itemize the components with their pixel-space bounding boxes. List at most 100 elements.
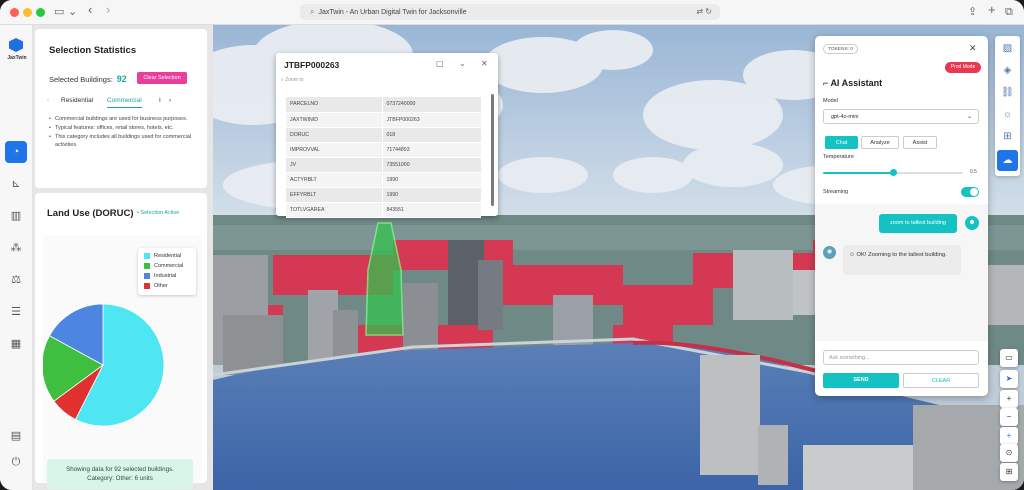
table-row: TOTLVGAREA 843551 [286,202,481,218]
attributes-table: PARCELNO 0737240000 JAXTWINID JTBFP000263 DO… [286,97,481,218]
mode-assist[interactable]: Assist [903,136,937,149]
jaxtwin-logo-icon [9,38,23,52]
temperature-slider-handle[interactable] [889,169,897,176]
tab-residential[interactable]: Residential [61,97,93,104]
description-item: This category includes all buildings use… [49,134,199,148]
table-row: JAXTWINID JTBFP000263 [286,112,481,128]
chart-legend: Residential Commercial Industrial Other [138,248,196,295]
buildings-icon[interactable]: ▥ [5,205,27,227]
table-row: IMPROVVAL 71744893 [286,142,481,158]
translate-icon[interactable]: ⇄ ↻ [696,4,712,20]
bot-message-text: OK! Zooming to the tallest building. [856,252,947,258]
clear-selection-button[interactable]: Clear Selection [137,72,187,84]
zoom-to-search[interactable]: ⌕ Zoom to [281,77,491,87]
attribute-name: TOTLVGAREA [286,202,383,218]
mode-chat[interactable]: Chat [825,136,858,149]
legend-label: Residential [154,253,182,259]
temperature-slider[interactable] [823,169,963,176]
tab-industrial[interactable]: I [159,97,161,104]
legend-item-other[interactable]: Other [144,282,168,290]
attribute-name: JAXTWINID [286,112,383,128]
tokens-badge: TOKENS: 0 [823,44,858,54]
legend-item-industrial[interactable]: Industrial [144,272,176,280]
sun-icon[interactable]: ☼ [997,104,1018,125]
pie-slices [43,303,165,427]
layers-icon[interactable]: ◈ [997,60,1018,81]
legend-label: Industrial [154,273,177,279]
model-value: gpt-4o-mini [831,114,859,120]
share-icon[interactable]: ⇪ [968,5,977,19]
table-row: PARCELNO 0737240000 [286,97,481,113]
qr-icon[interactable]: ▦ [5,333,27,355]
location-icon[interactable]: ⊙ [1000,444,1018,462]
document-icon[interactable]: ▤ [5,425,27,447]
chevron-down-icon: ⌄ [966,114,972,120]
description-item: Typical features: offices, retail stores… [49,125,199,132]
attribute-name: PARCELNO [286,97,383,113]
back-icon[interactable]: ‹ [88,3,92,17]
legend-item-commercial[interactable]: Commercial [144,262,183,270]
maximize-window-button[interactable] [36,8,45,17]
tabs-overview-icon[interactable]: ⧉ [1005,5,1013,19]
dashboard-icon[interactable]: ◔ [5,141,27,163]
prod-mode-badge[interactable]: Prod Mode [945,62,981,73]
screen-icon[interactable]: ▭ [1000,349,1018,367]
table-row: ACTYRBLT 1990 [286,172,481,188]
info-line-2: Category: Other: 6 units [87,475,153,482]
filter-icon[interactable]: ⚖ [5,269,27,291]
attribute-value: 0737240000 [382,97,481,113]
zoom-in-button[interactable]: + [1000,390,1018,408]
grid-view-icon[interactable]: ⊞ [1000,463,1018,481]
table-row: EFFYRBLT 1990 [286,187,481,203]
model-label: Model [823,98,838,104]
image-icon[interactable]: ▨ [997,38,1018,59]
close-icon[interactable]: ✕ [969,43,977,54]
ask-input[interactable]: Ask something... [823,350,979,365]
forward-icon[interactable]: › [106,3,110,17]
attribute-value: 843551 [382,202,481,218]
user-message: zoom to tallest building [879,214,957,233]
network-icon[interactable]: ⁂ [5,237,27,259]
app-window: ▭ ⌄ ‹ › ⌕ JaxTwin - An Urban Digital Twin… [0,0,1024,490]
mode-analyze[interactable]: Analyze [861,136,899,149]
tab-commercial[interactable]: Commercial [107,97,142,108]
logout-icon[interactable]: ⏻ [5,451,27,473]
ai-assistant-panel: TOKENS: 0 ✕ Prod Mode ⌐ AI Assistant Mod… [815,36,988,396]
popout-icon[interactable]: ▢ [436,59,444,68]
close-window-button[interactable] [10,8,19,17]
add-marker-icon[interactable]: + [1000,427,1018,445]
new-tab-icon[interactable]: + [988,3,996,17]
link-icon[interactable]: ⛓ [997,82,1018,103]
search-icon: ⌕ [310,7,315,16]
attribute-value: 71744893 [382,142,481,158]
streaming-toggle[interactable] [961,187,979,197]
search-icon: ⌕ [281,77,284,83]
chevron-down-icon[interactable]: ⌄ [68,5,77,19]
attribute-name: JV [286,157,383,173]
chat-bubble-icon[interactable]: ☁ [997,150,1018,171]
popup-scrollbar[interactable] [491,94,494,206]
clear-button[interactable]: CLEAR [903,373,979,388]
list-icon[interactable]: ☰ [5,301,27,323]
sidebar-toggle-icon[interactable]: ▭ [54,5,64,19]
chart-icon[interactable]: ⊾ [5,173,27,195]
legend-item-residential[interactable]: Residential [144,252,181,260]
search-placeholder: Zoom to [285,77,304,83]
grid-icon[interactable]: ⊞ [997,126,1018,147]
minimize-window-button[interactable] [23,8,32,17]
legend-label: Other [154,283,168,289]
tab-next-icon[interactable]: › [169,97,171,104]
send-button[interactable]: SEND [823,373,899,388]
tab-prev-icon[interactable]: ‹ [47,97,49,104]
left-panel: Selection Statistics Selected Buildings:… [33,25,213,490]
model-select[interactable]: gpt-4o-mini ⌄ [823,109,979,124]
assistant-title: ⌐ AI Assistant [823,78,882,88]
close-icon[interactable]: ✕ [481,59,488,68]
zoom-out-button[interactable]: − [1000,408,1018,426]
chat-messages: zoom to tallest building ☻ ◉ ☺ OK! Zoomi… [815,204,988,341]
table-row: JV 73551000 [286,157,481,173]
address-bar[interactable]: ⌕ JaxTwin - An Urban Digital Twin for Jac… [300,4,720,20]
chevron-down-icon[interactable]: ⌄ [459,59,466,68]
user-avatar-icon: ☻ [965,216,979,230]
compass-icon[interactable]: ➤ [1000,370,1018,388]
